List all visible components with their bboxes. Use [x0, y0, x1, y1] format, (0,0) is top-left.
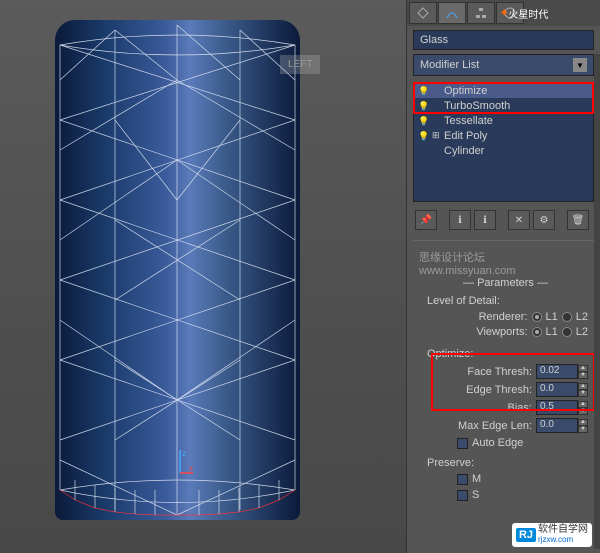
spinner-up-icon[interactable]: ▲	[578, 383, 588, 390]
wireframe-mesh	[55, 20, 300, 520]
bottom-watermark-logo: RJ 软件自学网 rjzxw.com	[512, 523, 592, 547]
spinner-down-icon[interactable]: ▼	[578, 372, 588, 379]
l2-label: L2	[576, 311, 588, 323]
viewport-label: LEFT	[280, 55, 320, 74]
preserve-s-checkbox[interactable]	[457, 490, 468, 501]
optimize-section-label: Optimize:	[427, 348, 592, 360]
make-unique-button[interactable]: ℹ	[474, 210, 496, 230]
max-edge-label: Max Edge Len:	[458, 420, 532, 432]
panel-scrollbar[interactable]	[594, 54, 600, 549]
svg-text:x: x	[189, 464, 193, 473]
parameters-rollout: 思缘设计论坛 www.missyuan.com — Parameters — L…	[413, 240, 598, 513]
renderer-l2-radio[interactable]	[562, 312, 572, 322]
bias-input[interactable]: 0.5	[536, 400, 578, 415]
stack-item-tessellate[interactable]: 💡 Tessellate	[414, 113, 593, 128]
axis-gizmo[interactable]: z x	[165, 448, 195, 478]
face-thresh-input[interactable]: 0.02	[536, 364, 578, 379]
hierarchy-tab[interactable]	[467, 2, 495, 24]
lightbulb-icon[interactable]: 💡	[418, 86, 428, 96]
modifier-name: Edit Poly	[444, 130, 487, 142]
configure-button[interactable]: ⚙	[533, 210, 555, 230]
modifier-name: Tessellate	[444, 115, 493, 127]
svg-text:z: z	[182, 449, 186, 458]
spinner-down-icon[interactable]: ▼	[578, 426, 588, 433]
renderer-l1-radio[interactable]	[532, 312, 542, 322]
lightbulb-icon[interactable]: 💡	[418, 116, 428, 126]
pin-stack-button[interactable]: 📌	[415, 210, 437, 230]
stack-item-turbosmooth[interactable]: 💡 TurboSmooth	[414, 98, 593, 113]
stack-item-optimize[interactable]: 💡 Optimize	[414, 83, 593, 98]
object-name-field[interactable]: Glass	[413, 30, 594, 50]
trash-button[interactable]: 🗑	[567, 210, 589, 230]
auto-edge-checkbox[interactable]	[457, 438, 468, 449]
lightbulb-icon	[418, 146, 428, 156]
lightbulb-icon[interactable]: 💡	[418, 131, 428, 141]
dropdown-arrow-icon: ▼	[573, 58, 587, 72]
renderer-label: Renderer:	[479, 311, 528, 323]
s-label: S	[472, 489, 479, 501]
viewports-label: Viewports:	[476, 326, 527, 338]
modifier-stack[interactable]: 💡 Optimize 💡 TurboSmooth 💡 Tessellate 💡 …	[413, 82, 594, 202]
show-end-result-button[interactable]: ℹ	[449, 210, 471, 230]
top-logo: ✦ 火星时代	[500, 0, 600, 26]
watermark-text: 思缘设计论坛 www.missyuan.com	[419, 249, 519, 277]
spinner-up-icon[interactable]: ▲	[578, 365, 588, 372]
l1-label: L1	[546, 326, 558, 338]
viewports-l2-radio[interactable]	[562, 327, 572, 337]
l1-label: L1	[546, 311, 558, 323]
modifier-name: Cylinder	[444, 145, 484, 157]
rollout-header[interactable]: — Parameters —	[419, 277, 592, 289]
max-edge-input[interactable]: 0.0	[536, 418, 578, 433]
auto-edge-label: Auto Edge	[472, 437, 523, 449]
l2-label: L2	[576, 326, 588, 338]
modify-tab[interactable]	[438, 2, 466, 24]
viewport-3d[interactable]: LEFT z x	[0, 0, 406, 553]
spinner-up-icon[interactable]: ▲	[578, 401, 588, 408]
wireframe-object[interactable]	[55, 20, 300, 520]
modifier-name: TurboSmooth	[444, 100, 510, 112]
stack-toolbar: 📌 ℹ ℹ ✕ ⚙ 🗑	[413, 208, 594, 232]
preserve-m-checkbox[interactable]	[457, 474, 468, 485]
viewports-l1-radio[interactable]	[532, 327, 542, 337]
modifier-list-dropdown[interactable]: Modifier List ▼	[413, 54, 594, 76]
stack-item-editpoly[interactable]: 💡 ⊞ Edit Poly	[414, 128, 593, 143]
command-panel: ✦ 火星时代 Glass Modifier List ▼ 💡 Optimize …	[406, 0, 600, 553]
bias-label: Bias:	[508, 402, 532, 414]
spinner-down-icon[interactable]: ▼	[578, 390, 588, 397]
lightbulb-icon[interactable]: 💡	[418, 101, 428, 111]
modifier-list-label: Modifier List	[420, 59, 479, 71]
preserve-section-label: Preserve:	[427, 457, 592, 469]
create-tab[interactable]	[409, 2, 437, 24]
remove-modifier-button[interactable]: ✕	[508, 210, 530, 230]
modifier-name: Optimize	[444, 85, 487, 97]
edge-thresh-label: Edge Thresh:	[466, 384, 532, 396]
edge-thresh-input[interactable]: 0.0	[536, 382, 578, 397]
expand-icon[interactable]: ⊞	[432, 130, 440, 141]
stack-item-cylinder[interactable]: Cylinder	[414, 143, 593, 158]
spinner-up-icon[interactable]: ▲	[578, 419, 588, 426]
lod-section-label: Level of Detail:	[427, 295, 592, 307]
face-thresh-label: Face Thresh:	[467, 366, 532, 378]
spinner-down-icon[interactable]: ▼	[578, 408, 588, 415]
m-label: M	[472, 473, 481, 485]
